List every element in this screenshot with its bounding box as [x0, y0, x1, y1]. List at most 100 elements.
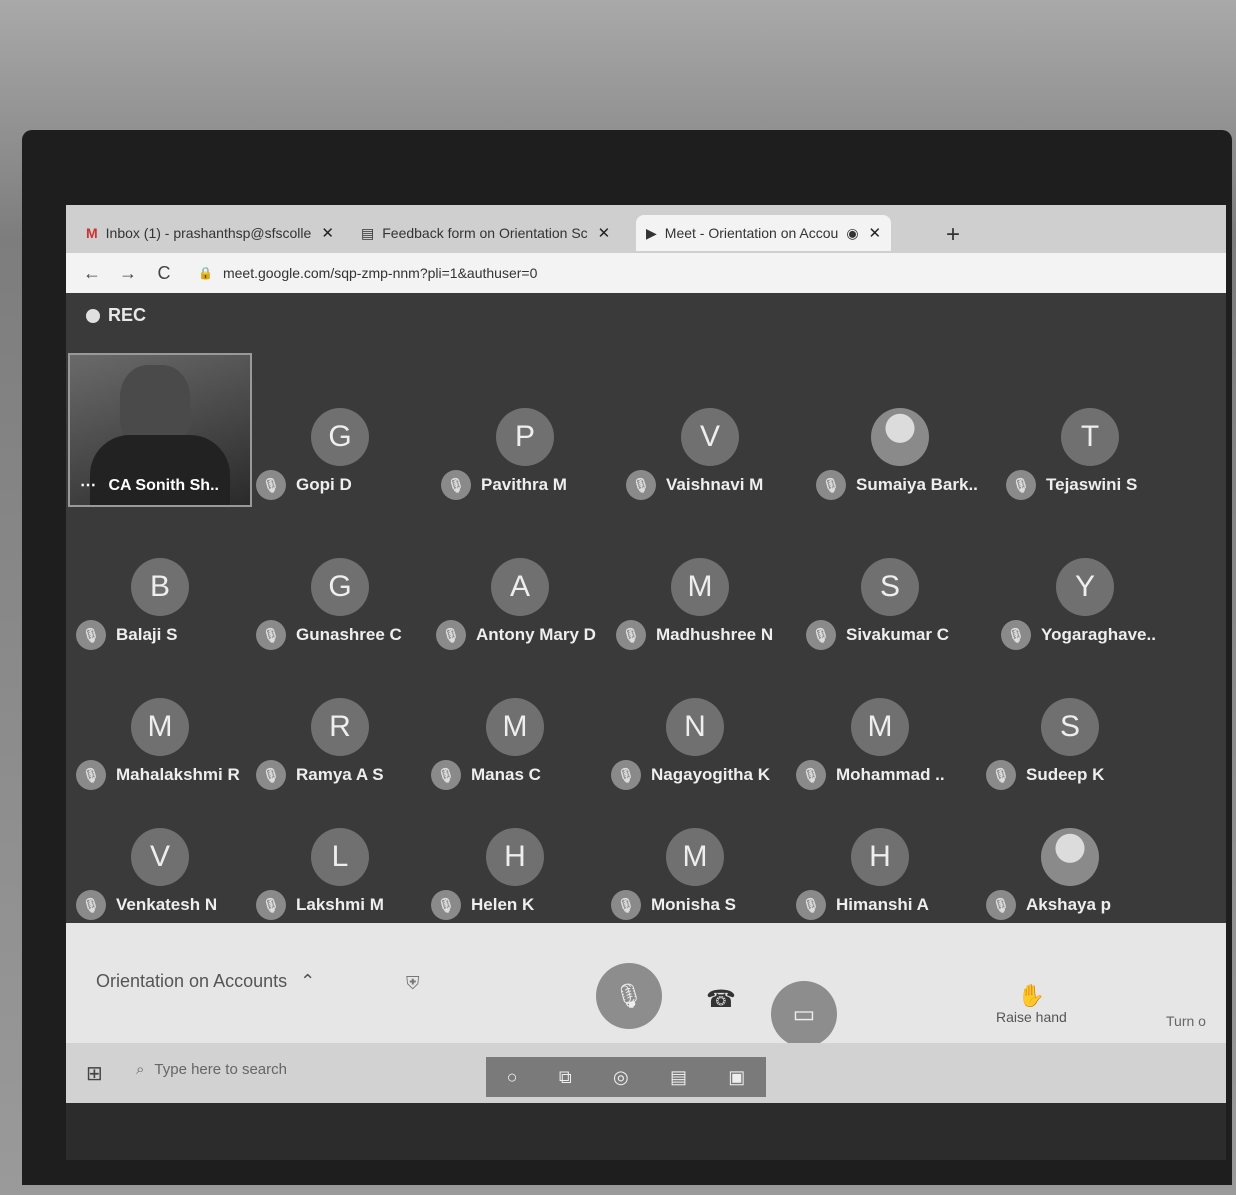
participant-tile[interactable]: M 🎙 Mahalakshmi R	[76, 698, 256, 808]
avatar: R	[311, 698, 369, 756]
new-tab-button[interactable]: +	[946, 221, 960, 249]
avatar	[871, 408, 929, 466]
participant-name: Helen K	[471, 895, 535, 914]
store-icon[interactable]: ▣	[728, 1067, 745, 1088]
participant-tile[interactable]: 🎙 Akshaya p	[986, 828, 1166, 938]
close-icon[interactable]: ✕	[321, 224, 334, 242]
participant-tile[interactable]: M 🎙 Monisha S	[611, 828, 791, 938]
avatar: H	[486, 828, 544, 886]
avatar: N	[666, 698, 724, 756]
close-icon[interactable]: ✕	[869, 224, 882, 242]
reload-icon[interactable]: C	[154, 263, 174, 284]
participant-label: 🎙 Sumaiya Bark..	[816, 470, 978, 500]
gmail-icon: M	[86, 225, 98, 241]
avatar: L	[311, 828, 369, 886]
mic-muted-icon: 🎙	[611, 760, 641, 790]
tab-label: Feedback form on Orientation Sc	[382, 225, 588, 241]
avatar: M	[851, 698, 909, 756]
mic-toggle-button[interactable]: 🎙	[596, 963, 662, 1029]
taskbar-search[interactable]: ⌕ Type here to search	[136, 1061, 287, 1078]
participant-name: Himanshi A	[836, 895, 929, 914]
record-icon	[86, 308, 100, 323]
participant-tile[interactable]: Y 🎙 Yogaraghave..	[1001, 558, 1181, 668]
participant-name: Tejaswini S	[1046, 475, 1138, 494]
mic-muted-icon: 🎙	[76, 760, 106, 790]
avatar: H	[851, 828, 909, 886]
participant-name: Nagayogitha K	[651, 765, 771, 784]
browser-tab-bar: M Inbox (1) - prashanthsp@sfscolle ✕ ▤ F…	[66, 205, 1226, 253]
participant-tile[interactable]: V 🎙 Venkatesh N	[76, 828, 256, 938]
participant-name: Sudeep K	[1026, 765, 1105, 784]
participant-tile[interactable]: 🎙 Sumaiya Bark..	[816, 408, 996, 518]
raise-hand-button[interactable]: ✋ Raise hand	[996, 983, 1067, 1025]
taskbar-pinned-apps: ○ ⧉ ◎ ▤ ▣	[486, 1057, 766, 1097]
participant-tile[interactable]: M 🎙 Mohammad ..	[796, 698, 976, 808]
participant-tile[interactable]: G 🎙 Gopi D	[256, 408, 436, 518]
participant-name: Mahalakshmi R	[116, 765, 240, 784]
url-field[interactable]: 🔒 meet.google.com/sqp-zmp-nnm?pli=1&auth…	[198, 265, 537, 281]
participant-label: 🎙 Vaishnavi M	[626, 470, 763, 500]
participant-tile[interactable]: M 🎙 Madhushree N	[616, 558, 796, 668]
mic-muted-icon: 🎙	[431, 890, 461, 920]
search-icon: ⌕	[136, 1061, 145, 1078]
participant-tile[interactable]: S 🎙 Sivakumar C	[806, 558, 986, 668]
participant-tile[interactable]: P 🎙 Pavithra M	[441, 408, 621, 518]
task-view-icon[interactable]: ⧉	[559, 1067, 572, 1088]
chrome-icon[interactable]: ◎	[613, 1067, 629, 1088]
presenter-video-tile[interactable]: ⋯ CA Sonith Sh..	[68, 353, 252, 507]
recording-dot-icon: ◉	[846, 224, 859, 241]
participant-name: Pavithra M	[481, 475, 567, 494]
chevron-up-icon[interactable]: ⌃	[300, 971, 315, 991]
participant-name: Gopi D	[296, 475, 352, 494]
participant-name: Yogaraghave..	[1041, 625, 1156, 644]
tab-feedback-form[interactable]: ▤ Feedback form on Orientation Sc ✕	[361, 215, 610, 251]
meeting-details[interactable]: Orientation on Accounts ⌃	[96, 971, 315, 992]
participant-tile[interactable]: G 🎙 Gunashree C	[256, 558, 436, 668]
participant-tile[interactable]: R 🎙 Ramya A S	[256, 698, 436, 808]
participant-tile[interactable]: V 🎙 Vaishnavi M	[626, 408, 806, 518]
presenter-name: ⋯ CA Sonith Sh..	[80, 475, 219, 495]
participant-label: 🎙 Gunashree C	[256, 620, 402, 650]
avatar: M	[671, 558, 729, 616]
avatar: S	[1041, 698, 1099, 756]
participant-tile[interactable]: A 🎙 Antony Mary D	[436, 558, 616, 668]
mic-muted-icon: 🎙	[986, 760, 1016, 790]
file-explorer-icon[interactable]: ▤	[670, 1067, 687, 1088]
participant-tile[interactable]: B 🎙 Balaji S	[76, 558, 256, 668]
turn-on-captions-button[interactable]: Turn o	[1166, 1013, 1206, 1029]
participant-label: 🎙 Antony Mary D	[436, 620, 596, 650]
participant-tile[interactable]: L 🎙 Lakshmi M	[256, 828, 436, 938]
tab-meet[interactable]: ▶ Meet - Orientation on Accou ◉ ✕	[636, 215, 892, 251]
hand-icon: ✋	[1017, 983, 1046, 1008]
meet-participant-grid: REC ⋯ CA Sonith Sh.. G 🎙 Gopi D P 🎙 Pavithra …	[66, 293, 1226, 923]
avatar: B	[131, 558, 189, 616]
mic-muted-icon: 🎙	[816, 470, 846, 500]
back-icon[interactable]: ←	[82, 263, 102, 284]
shield-icon[interactable]: ⛨	[406, 973, 420, 994]
camera-toggle-button[interactable]: ▭	[771, 981, 837, 1047]
avatar: A	[491, 558, 549, 616]
participant-tile[interactable]: H 🎙 Helen K	[431, 828, 611, 938]
participant-label: 🎙 Madhushree N	[616, 620, 773, 650]
phone-hangup-icon: ☎	[706, 986, 736, 1013]
hang-up-button[interactable]: ☎	[706, 985, 736, 1014]
meet-icon: ▶	[646, 224, 657, 241]
mic-muted-icon: 🎙	[256, 620, 286, 650]
windows-start-icon[interactable]: ⊞	[86, 1061, 103, 1086]
mic-muted-icon: 🎙	[986, 890, 1016, 920]
participant-tile[interactable]: N 🎙 Nagayogitha K	[611, 698, 791, 808]
tab-inbox[interactable]: M Inbox (1) - prashanthsp@sfscolle ✕	[86, 215, 334, 251]
participant-tile[interactable]: T 🎙 Tejaswini S	[1006, 408, 1186, 518]
participant-label: 🎙 Helen K	[431, 890, 534, 920]
participant-tile[interactable]: H 🎙 Himanshi A	[796, 828, 976, 938]
cortana-icon[interactable]: ○	[507, 1067, 518, 1088]
tab-label: Meet - Orientation on Accou	[664, 225, 839, 241]
more-options-icon[interactable]: ⋯	[80, 477, 96, 494]
avatar: V	[131, 828, 189, 886]
forward-icon[interactable]: →	[118, 263, 138, 284]
mic-muted-icon: 🎙	[806, 620, 836, 650]
participant-tile[interactable]: S 🎙 Sudeep K	[986, 698, 1166, 808]
search-placeholder: Type here to search	[154, 1061, 287, 1078]
close-icon[interactable]: ✕	[598, 224, 611, 242]
participant-tile[interactable]: M 🎙 Manas C	[431, 698, 611, 808]
